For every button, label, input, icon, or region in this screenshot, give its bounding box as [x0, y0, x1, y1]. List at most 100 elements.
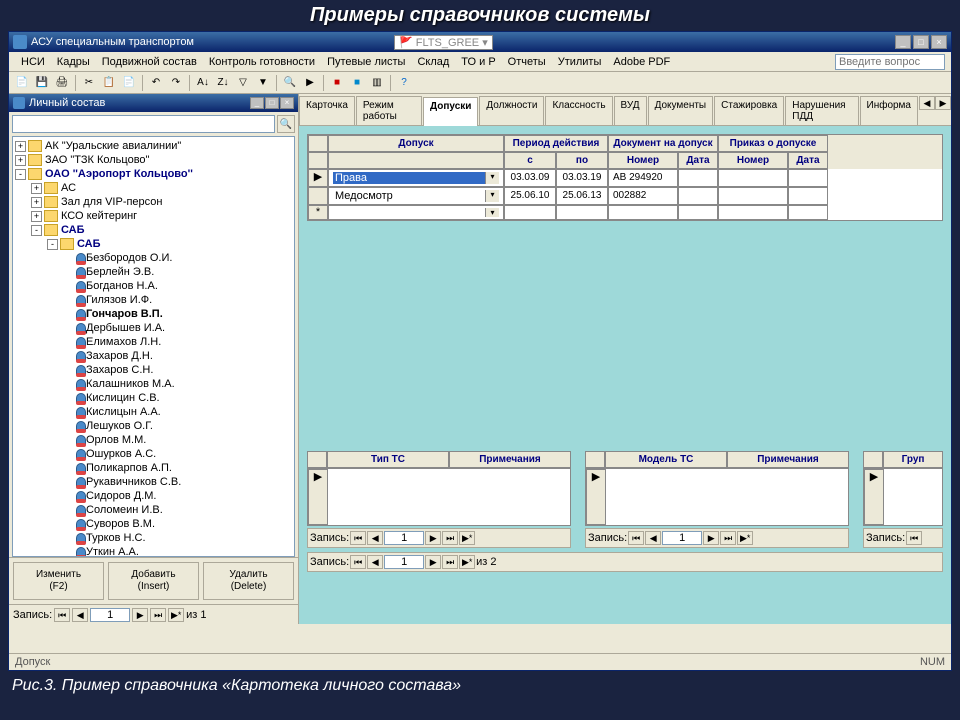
- tree-person[interactable]: Соломеин И.В.: [15, 503, 292, 517]
- delete-button[interactable]: Удалить(Delete): [203, 562, 294, 600]
- edit-button[interactable]: Изменить(F2): [13, 562, 104, 600]
- add-button[interactable]: Добавить(Insert): [108, 562, 199, 600]
- nav-prev[interactable]: ◀: [645, 531, 661, 545]
- sub-grid[interactable]: Тип ТСПримечания ▶: [307, 451, 571, 526]
- tab-7[interactable]: Стажировка: [714, 96, 784, 125]
- tab-9[interactable]: Информа: [860, 96, 919, 125]
- sort-icon[interactable]: A↓: [194, 74, 212, 92]
- nav-value[interactable]: [384, 555, 424, 569]
- tool-btn[interactable]: ■: [328, 74, 346, 92]
- tree-item[interactable]: +ЗАО "ТЗК Кольцово": [15, 153, 292, 167]
- tree-person[interactable]: Поликарпов А.П.: [15, 461, 292, 475]
- tree-item[interactable]: +Зал для VIP-персон: [15, 195, 292, 209]
- nav-new[interactable]: ▶*: [459, 531, 475, 545]
- help-icon[interactable]: ?: [395, 74, 413, 92]
- tree-item[interactable]: +АК "Уральские авиалинии": [15, 139, 292, 153]
- copy-icon[interactable]: 📋: [100, 74, 118, 92]
- menu-pl[interactable]: Путевые листы: [321, 54, 411, 70]
- redo-icon[interactable]: ↷: [167, 74, 185, 92]
- nav-next[interactable]: ▶: [703, 531, 719, 545]
- paste-icon[interactable]: 📄: [120, 74, 138, 92]
- nav-prev[interactable]: ◀: [367, 531, 383, 545]
- menu-kg[interactable]: Контроль готовности: [203, 54, 321, 70]
- nav-value[interactable]: [662, 531, 702, 545]
- filter-icon[interactable]: ▽: [234, 74, 252, 92]
- nav-last[interactable]: ⏭: [150, 608, 166, 622]
- menu-ps[interactable]: Подвижной состав: [96, 54, 203, 70]
- tree-person[interactable]: Уткин А.А.: [15, 545, 292, 557]
- tree-item[interactable]: -САБ: [15, 237, 292, 251]
- panel-max[interactable]: □: [265, 97, 279, 109]
- sub-grid[interactable]: Модель ТСПримечания ▶: [585, 451, 849, 526]
- tab-5[interactable]: ВУД: [614, 96, 647, 125]
- panel-close[interactable]: ×: [280, 97, 294, 109]
- tree-person[interactable]: Богданов Н.А.: [15, 279, 292, 293]
- tree-person[interactable]: Суворов В.М.: [15, 517, 292, 531]
- tree-person[interactable]: Дербышев И.А.: [15, 321, 292, 335]
- dropdown-icon[interactable]: ▾: [485, 190, 499, 202]
- tree-person[interactable]: Безбородов О.И.: [15, 251, 292, 265]
- nav-first[interactable]: ⏮: [628, 531, 644, 545]
- find-icon[interactable]: 🔍: [281, 74, 299, 92]
- dopusk-grid[interactable]: Допуск Период действия Документ на допус…: [307, 134, 943, 221]
- nav-first[interactable]: ⏮: [350, 555, 366, 569]
- new-row-marker[interactable]: *: [308, 205, 328, 220]
- nav-first[interactable]: ⏮: [906, 531, 922, 545]
- nav-last[interactable]: ⏭: [720, 531, 736, 545]
- tab-4[interactable]: Классность: [545, 96, 612, 125]
- undo-icon[interactable]: ↶: [147, 74, 165, 92]
- tree-person[interactable]: Кислицын А.А.: [15, 405, 292, 419]
- nav-next[interactable]: ▶: [425, 531, 441, 545]
- menu-reports[interactable]: Отчеты: [502, 54, 552, 70]
- tab-scroll-right[interactable]: ▶: [935, 96, 951, 110]
- tool-btn[interactable]: ▶: [301, 74, 319, 92]
- nav-last[interactable]: ⏭: [442, 555, 458, 569]
- tree-item[interactable]: +АС: [15, 181, 292, 195]
- nav-next[interactable]: ▶: [132, 608, 148, 622]
- menu-pdf[interactable]: Adobe PDF: [607, 54, 676, 70]
- tree-person[interactable]: Кислицин С.В.: [15, 391, 292, 405]
- tab-3[interactable]: Должности: [479, 96, 544, 125]
- tree-person[interactable]: Калашников М.А.: [15, 377, 292, 391]
- tree-search-btn[interactable]: 🔍: [277, 115, 295, 133]
- menu-kadry[interactable]: Кадры: [51, 54, 96, 70]
- tool-btn[interactable]: 💾: [33, 74, 51, 92]
- tree-person[interactable]: Лешуков О.Г.: [15, 419, 292, 433]
- tree-person[interactable]: Берлейн Э.В.: [15, 265, 292, 279]
- nav-value[interactable]: [90, 608, 130, 622]
- tree-item[interactable]: +КСО кейтеринг: [15, 209, 292, 223]
- tab-1[interactable]: Режим работы: [356, 96, 422, 125]
- tree-item[interactable]: -САБ: [15, 223, 292, 237]
- nav-new[interactable]: ▶*: [459, 555, 475, 569]
- nav-first[interactable]: ⏮: [350, 531, 366, 545]
- tree-person[interactable]: Елимахов Л.Н.: [15, 335, 292, 349]
- tab-2[interactable]: Допуски: [423, 97, 478, 126]
- dropdown-icon[interactable]: ▾: [485, 172, 499, 184]
- nav-prev[interactable]: ◀: [367, 555, 383, 569]
- tree-person[interactable]: Орлов М.М.: [15, 433, 292, 447]
- tree-person[interactable]: Сидоров Д.М.: [15, 489, 292, 503]
- help-search-input[interactable]: [835, 54, 945, 70]
- tree-person[interactable]: Гончаров В.П.: [15, 307, 292, 321]
- cut-icon[interactable]: ✂: [80, 74, 98, 92]
- tab-6[interactable]: Документы: [648, 96, 714, 125]
- nav-new[interactable]: ▶*: [168, 608, 184, 622]
- tree-person[interactable]: Гилязов И.Ф.: [15, 293, 292, 307]
- sub-grid[interactable]: Груп ▶: [863, 451, 943, 526]
- menu-nsi[interactable]: НСИ: [15, 54, 51, 70]
- tab-scroll-left[interactable]: ◀: [919, 96, 935, 110]
- nav-prev[interactable]: ◀: [72, 608, 88, 622]
- minimize-btn[interactable]: _: [895, 35, 911, 49]
- tool-btn[interactable]: 📄: [13, 74, 31, 92]
- tool-btn[interactable]: ▥: [368, 74, 386, 92]
- tab-8[interactable]: Нарушения ПДД: [785, 96, 858, 125]
- panel-min[interactable]: _: [250, 97, 264, 109]
- menu-utils[interactable]: Утилиты: [552, 54, 608, 70]
- menu-toir[interactable]: ТО и Р: [455, 54, 501, 70]
- tree-person[interactable]: Захаров С.Н.: [15, 363, 292, 377]
- close-btn[interactable]: ×: [931, 35, 947, 49]
- grid-row[interactable]: Медосмотр▾ 25.06.1025.06.13 002882: [308, 187, 942, 205]
- nav-first[interactable]: ⏮: [54, 608, 70, 622]
- tree-item[interactable]: -ОАО ''Аэропорт Кольцово'': [15, 167, 292, 181]
- tree-person[interactable]: Турков Н.С.: [15, 531, 292, 545]
